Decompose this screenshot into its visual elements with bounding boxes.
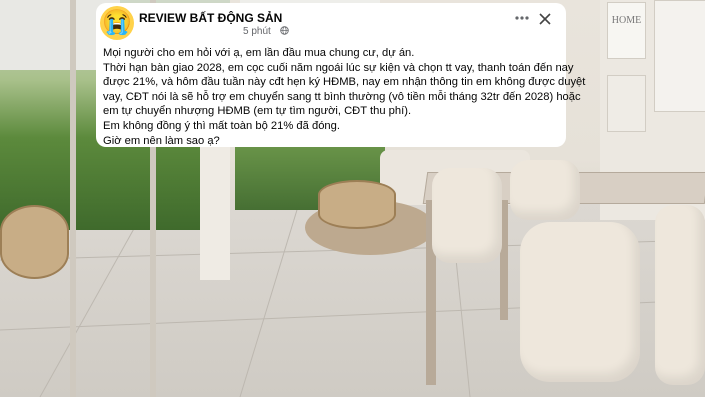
- window-frame: [70, 0, 76, 397]
- close-icon[interactable]: [539, 13, 551, 25]
- post-line: được 21%, và hôm đầu tuần này cđt hẹn ký…: [103, 76, 586, 89]
- globe-icon: [280, 26, 289, 35]
- wall-art-3: [607, 75, 646, 132]
- coffee-table: [318, 180, 396, 229]
- post-line: em tự chuyển nhượng HĐMB (em tự tìm ngườ…: [103, 105, 412, 118]
- dining-chair: [520, 222, 640, 382]
- wall-art-text: HOME: [611, 15, 642, 26]
- more-icon[interactable]: [514, 15, 530, 21]
- dining-chair: [510, 160, 580, 220]
- post-time[interactable]: 5 phút: [243, 26, 271, 37]
- wall-art: HOME: [607, 2, 646, 59]
- side-table: [0, 205, 69, 279]
- page-name[interactable]: REVIEW BẤT ĐỘNG SẢN: [139, 11, 282, 25]
- dining-chair: [655, 205, 705, 385]
- post-line: Em không đồng ý thì mất toàn bộ 21% đã đ…: [103, 119, 340, 132]
- wall-art-2: [654, 0, 705, 112]
- post-line: vay, CĐT nói là sẽ hỗ trợ em chuyển sang…: [103, 90, 581, 103]
- page-avatar[interactable]: 😭: [100, 6, 134, 40]
- post-line: Thời hạn bàn giao 2028, em cọc cuối năm …: [103, 61, 574, 74]
- post-line: Mọi người cho em hỏi với ạ, em lần đầu m…: [103, 47, 415, 59]
- dining-chair: [432, 168, 502, 263]
- post-card: 😭 REVIEW BẤT ĐỘNG SẢN 5 phút Mọi người c…: [96, 3, 586, 148]
- avatar-emoji: 😭: [102, 9, 132, 36]
- post-body: Mọi người cho em hỏi với ạ, em lần đầu m…: [103, 46, 586, 148]
- post-line: Giờ em nên làm sao ạ?: [103, 134, 220, 147]
